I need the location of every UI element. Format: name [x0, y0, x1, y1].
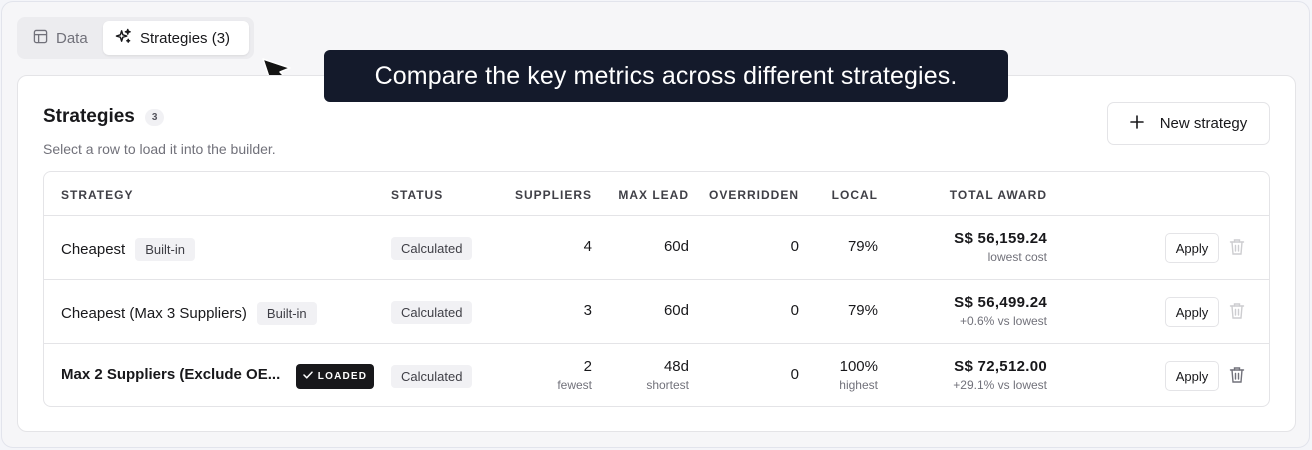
loaded-label: LOADED: [317, 371, 368, 382]
max-lead-value: 48d: [663, 358, 689, 375]
new-strategy-label: New strategy: [1159, 115, 1248, 132]
card-title: Strategies 3: [43, 106, 165, 128]
table-row[interactable]: Cheapest Built-in Calculated 4 60d 0 79%…: [44, 216, 1269, 280]
max-lead-value: 60d: [663, 302, 689, 319]
award-note: lowest cost: [987, 250, 1047, 264]
award-note: +0.6% vs lowest: [959, 314, 1047, 328]
onboarding-tooltip: Compare the key metrics across different…: [324, 50, 1008, 102]
suppliers-value: 2: [583, 358, 592, 375]
status-badge: Calculated: [391, 301, 473, 324]
header-local[interactable]: LOCAL: [832, 188, 878, 202]
suppliers-cell: 2 fewest: [557, 358, 592, 392]
strategy-name: Cheapest (Max 3 Suppliers) Built-in: [61, 302, 317, 325]
plus-icon: [1129, 114, 1144, 133]
local-value: 100%: [839, 358, 878, 375]
max-lead-cell: 60d: [664, 238, 689, 255]
header-overridden[interactable]: OVERRIDDEN: [709, 188, 799, 202]
card-title-text: Strategies: [43, 106, 135, 127]
strategy-name: Max 2 Suppliers (Exclude OE...: [61, 366, 280, 383]
apply-button[interactable]: Apply: [1165, 233, 1219, 263]
strategies-table: STRATEGY STATUS SUPPLIERS MAX LEAD OVERR…: [43, 171, 1270, 407]
max-lead-value: 60d: [663, 238, 689, 255]
check-icon: [303, 371, 313, 382]
sparkle-icon: [115, 28, 132, 49]
header-total-award[interactable]: TOTAL AWARD: [950, 188, 1047, 202]
award-cell: S$ 72,512.00 +29.1% vs lowest: [953, 358, 1047, 392]
award-value: S$ 56,159.24: [954, 230, 1047, 247]
award-value: S$ 56,499.24: [954, 294, 1047, 311]
table-icon: [33, 29, 48, 48]
tab-strategies[interactable]: Strategies (3): [103, 21, 249, 55]
overridden-value: 0: [790, 366, 799, 383]
local-value: 79%: [847, 302, 878, 319]
strategy-name-text: Max 2 Suppliers (Exclude OE...: [61, 366, 281, 383]
tab-data-label: Data: [56, 29, 88, 47]
suppliers-cell: 4: [584, 238, 592, 255]
trash-icon[interactable]: [1229, 302, 1245, 325]
apply-button[interactable]: Apply: [1165, 297, 1219, 327]
trash-icon[interactable]: [1229, 366, 1245, 389]
local-cell: 79%: [848, 238, 878, 255]
strategy-name: Cheapest Built-in: [61, 238, 195, 261]
table-row[interactable]: Cheapest (Max 3 Suppliers) Built-in Calc…: [44, 280, 1269, 344]
tab-strategies-label: Strategies (3): [140, 29, 231, 47]
suppliers-value: 4: [583, 238, 592, 255]
strategy-count-badge: 3: [144, 108, 165, 126]
table-header: STRATEGY STATUS SUPPLIERS MAX LEAD OVERR…: [44, 172, 1269, 216]
max-lead-cell: 60d: [664, 302, 689, 319]
header-strategy[interactable]: STRATEGY: [61, 188, 133, 202]
suppliers-cell: 3: [584, 302, 592, 319]
apply-button[interactable]: Apply: [1165, 361, 1219, 391]
header-suppliers[interactable]: SUPPLIERS: [515, 188, 592, 202]
local-value: 79%: [847, 238, 878, 255]
strategy-name-text: Cheapest: [61, 241, 126, 258]
card-subtitle: Select a row to load it into the builder…: [43, 141, 276, 157]
strategy-name-text: Cheapest (Max 3 Suppliers): [61, 305, 247, 322]
status-badge: Calculated: [391, 237, 473, 260]
header-max-lead[interactable]: MAX LEAD: [618, 188, 689, 202]
award-cell: S$ 56,159.24 lowest cost: [954, 230, 1047, 264]
max-lead-cell: 48d shortest: [646, 358, 689, 392]
overridden-cell: 0: [791, 238, 799, 255]
tab-bar: Data Strategies (3): [17, 17, 254, 59]
loaded-badge: LOADED: [296, 364, 374, 389]
local-cell: 100% highest: [839, 358, 878, 392]
overridden-cell: 0: [791, 302, 799, 319]
new-strategy-button[interactable]: New strategy: [1107, 102, 1270, 145]
suppliers-note: fewest: [557, 378, 592, 392]
trash-icon[interactable]: [1229, 238, 1245, 261]
header-status[interactable]: STATUS: [391, 188, 443, 202]
overridden-value: 0: [790, 238, 799, 255]
award-note: +29.1% vs lowest: [953, 378, 1047, 392]
table-row[interactable]: Max 2 Suppliers (Exclude OE... LOADED Ca…: [44, 344, 1269, 406]
built-in-badge: Built-in: [256, 302, 317, 325]
award-value: S$ 72,512.00: [954, 358, 1047, 375]
strategies-card: Strategies 3 Select a row to load it int…: [17, 75, 1296, 432]
award-cell: S$ 56,499.24 +0.6% vs lowest: [954, 294, 1047, 328]
tab-data[interactable]: Data: [21, 21, 103, 55]
local-cell: 79%: [848, 302, 878, 319]
suppliers-value: 3: [583, 302, 592, 319]
built-in-badge: Built-in: [135, 238, 195, 261]
overridden-cell: 0: [791, 366, 799, 383]
overridden-value: 0: [790, 302, 799, 319]
status-badge: Calculated: [391, 365, 473, 388]
max-lead-note: shortest: [646, 378, 689, 392]
local-note: highest: [839, 378, 878, 392]
